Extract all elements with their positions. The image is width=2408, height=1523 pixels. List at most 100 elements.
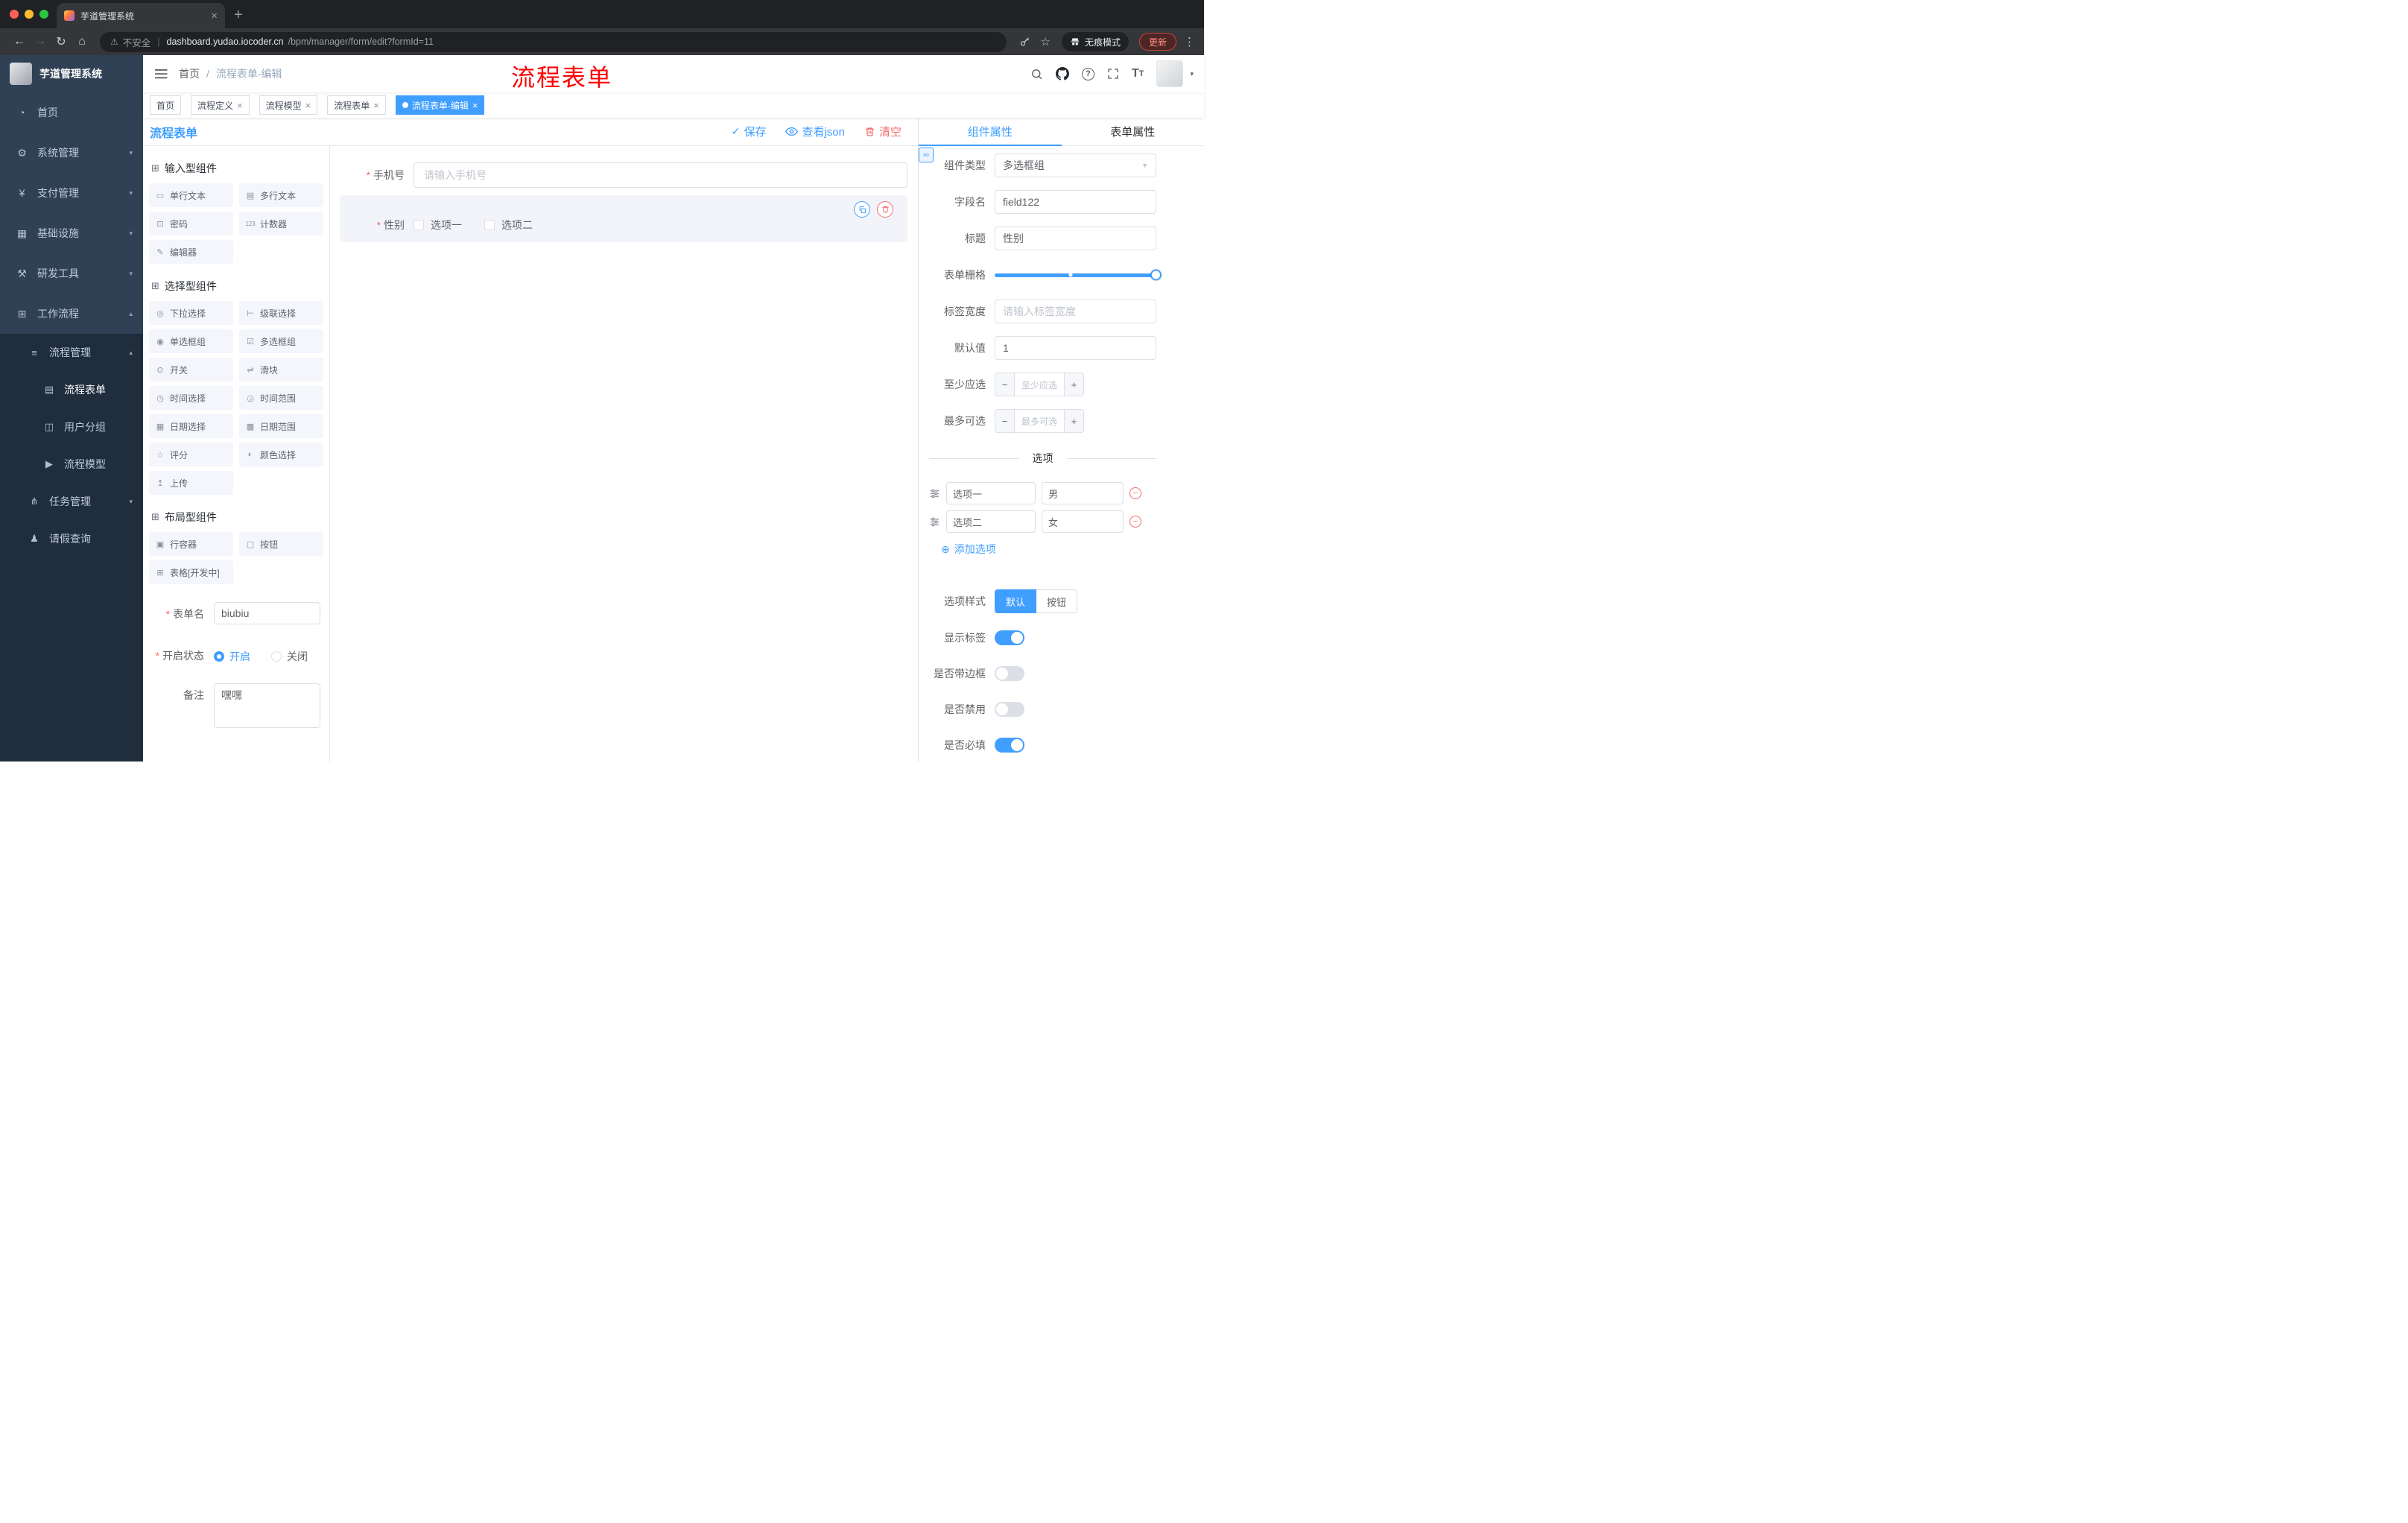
link-icon[interactable]: ∞ xyxy=(919,148,934,162)
palette-item-checkbox-group[interactable]: ☑ 多选框组 xyxy=(239,329,323,353)
status-on-radio[interactable]: 开启 xyxy=(214,649,250,664)
hamburger-icon[interactable] xyxy=(143,68,179,80)
tag-close-icon[interactable]: × xyxy=(472,101,478,110)
drag-handle-icon[interactable] xyxy=(929,516,940,528)
title-input[interactable] xyxy=(995,227,1156,250)
sidebar-item-system[interactable]: ⚙ 系统管理 ▾ xyxy=(0,133,143,173)
min-select-value[interactable]: 至少应选 xyxy=(1015,373,1064,396)
search-icon[interactable] xyxy=(1030,68,1043,80)
palette-item-textarea[interactable]: ▤ 多行文本 xyxy=(239,183,323,207)
phone-input[interactable] xyxy=(414,162,907,188)
save-button[interactable]: ✓ 保存 xyxy=(732,124,767,139)
tag-process-form-edit[interactable]: 流程表单-编辑 × xyxy=(395,95,485,115)
reload-button[interactable]: ↻ xyxy=(51,34,72,49)
increase-button[interactable]: + xyxy=(1064,373,1083,396)
palette-item-color-picker[interactable]: ◐ 颜色选择 xyxy=(239,443,323,466)
palette-item-radio-group[interactable]: ◉ 单选框组 xyxy=(149,329,233,353)
user-avatar[interactable] xyxy=(1156,60,1184,87)
remove-option-icon[interactable]: − xyxy=(1129,516,1141,528)
sidebar-item-home[interactable]: ◔ 首页 xyxy=(0,92,143,133)
palette-item-button[interactable]: ▢ 按钮 xyxy=(239,532,323,556)
sidebar-item-user-group[interactable]: ◫ 用户分组 xyxy=(0,408,143,446)
grid-slider[interactable] xyxy=(995,263,1162,287)
browser-update-button[interactable]: 更新 xyxy=(1138,33,1176,51)
component-type-select[interactable]: 多选框组 ▼ xyxy=(995,153,1156,177)
border-toggle[interactable] xyxy=(995,666,1024,681)
sidebar-item-process-form[interactable]: ▤ 流程表单 xyxy=(0,371,143,408)
password-key-icon[interactable] xyxy=(1019,37,1030,48)
disabled-toggle[interactable] xyxy=(995,702,1024,717)
delete-component-button[interactable] xyxy=(877,201,893,218)
address-bar[interactable]: ⚠ 不安全 | dashboard.yudao.iocoder.cn/bpm/m… xyxy=(100,31,1007,52)
help-icon[interactable]: ? xyxy=(1081,67,1094,80)
drag-handle-icon[interactable] xyxy=(929,488,940,499)
form-remark-textarea[interactable]: 嘿嘿 xyxy=(214,683,320,728)
style-button-button[interactable]: 按钮 xyxy=(1036,589,1078,613)
sidebar-item-devtools[interactable]: ⚒ 研发工具 ▾ xyxy=(0,253,143,294)
new-tab-button[interactable]: + xyxy=(234,7,243,22)
sidebar-item-payment[interactable]: ¥ 支付管理 ▾ xyxy=(0,173,143,213)
option-value-input[interactable] xyxy=(1042,482,1124,504)
breadcrumb-home[interactable]: 首页 xyxy=(179,66,200,81)
tag-process-form[interactable]: 流程表单 × xyxy=(327,95,386,115)
palette-item-row-container[interactable]: ▣ 行容器 xyxy=(149,532,233,556)
palette-item-table[interactable]: ⊞ 表格[开发中] xyxy=(149,560,233,584)
slider-handle[interactable] xyxy=(1150,269,1162,281)
remove-option-icon[interactable]: − xyxy=(1129,487,1141,499)
font-size-icon[interactable]: TT xyxy=(1132,68,1144,80)
bookmark-star-icon[interactable]: ☆ xyxy=(1041,35,1051,48)
decrease-button[interactable]: − xyxy=(995,410,1015,432)
gender-option1-checkbox[interactable]: 选项一 xyxy=(414,218,462,232)
show-label-toggle[interactable] xyxy=(995,630,1024,645)
palette-item-time-picker[interactable]: ◷ 时间选择 xyxy=(149,386,233,410)
window-minimize-button[interactable] xyxy=(25,10,34,19)
max-select-value[interactable]: 最多可选 xyxy=(1015,410,1064,432)
selected-component[interactable]: 性别 选项一 选项二 xyxy=(340,195,907,242)
style-default-button[interactable]: 默认 xyxy=(995,589,1037,613)
gender-option2-checkbox[interactable]: 选项二 xyxy=(484,218,533,232)
palette-item-upload[interactable]: ↥ 上传 xyxy=(149,471,233,495)
palette-item-date-picker[interactable]: ▦ 日期选择 xyxy=(149,414,233,438)
palette-item-slider[interactable]: ⇌ 滑块 xyxy=(239,358,323,381)
palette-item-switch[interactable]: ⊙ 开关 xyxy=(149,358,233,381)
browser-menu-icon[interactable]: ⋮ xyxy=(1184,35,1195,48)
window-zoom-button[interactable] xyxy=(39,10,48,19)
tab-component-props[interactable]: 组件属性 xyxy=(919,118,1062,146)
back-button[interactable]: ← xyxy=(9,35,30,48)
sidebar-item-task-management[interactable]: ⋔ 任务管理 ▾ xyxy=(0,483,143,520)
sidebar-item-leave-query[interactable]: ♟ 请假查询 xyxy=(0,520,143,557)
palette-item-counter[interactable]: 123 计数器 xyxy=(239,212,323,235)
option-label-input[interactable] xyxy=(946,482,1036,504)
option-label-input[interactable] xyxy=(946,510,1036,533)
home-button[interactable]: ⌂ xyxy=(72,35,92,48)
sidebar-item-process-management[interactable]: ≡ 流程管理 ▴ xyxy=(0,334,143,371)
option-value-input[interactable] xyxy=(1042,510,1124,533)
tag-home[interactable]: 首页 xyxy=(150,95,182,115)
increase-button[interactable]: + xyxy=(1064,410,1083,432)
palette-item-single-text[interactable]: ▭ 单行文本 xyxy=(149,183,233,207)
default-value-input[interactable] xyxy=(995,336,1156,360)
view-json-button[interactable]: 查看json xyxy=(785,124,845,139)
form-name-input[interactable] xyxy=(214,602,320,624)
tag-process-definition[interactable]: 流程定义 × xyxy=(191,95,250,115)
label-width-input[interactable] xyxy=(995,300,1156,323)
clear-button[interactable]: 清空 xyxy=(864,124,902,139)
browser-tab[interactable]: 芋道管理系统 × xyxy=(57,3,225,28)
security-warning-icon[interactable]: ⚠ xyxy=(110,37,118,47)
field-name-input[interactable] xyxy=(995,190,1156,214)
decrease-button[interactable]: − xyxy=(995,373,1015,396)
palette-item-date-range[interactable]: ▩ 日期范围 xyxy=(239,414,323,438)
tab-form-props[interactable]: 表单属性 xyxy=(1062,118,1205,145)
status-off-radio[interactable]: 关闭 xyxy=(271,649,308,664)
window-close-button[interactable] xyxy=(10,10,19,19)
tag-close-icon[interactable]: × xyxy=(373,101,379,110)
sidebar-item-workflow[interactable]: ⊞ 工作流程 ▴ xyxy=(0,294,143,334)
palette-item-password[interactable]: ⊡ 密码 xyxy=(149,212,233,235)
forward-button[interactable]: → xyxy=(30,35,51,48)
tag-close-icon[interactable]: × xyxy=(305,101,311,110)
add-option-button[interactable]: ⊕ 添加选项 xyxy=(941,542,1156,557)
github-icon[interactable] xyxy=(1055,67,1069,80)
tag-process-model[interactable]: 流程模型 × xyxy=(259,95,318,115)
palette-item-select[interactable]: ◎ 下拉选择 xyxy=(149,301,233,325)
required-toggle[interactable] xyxy=(995,738,1024,753)
